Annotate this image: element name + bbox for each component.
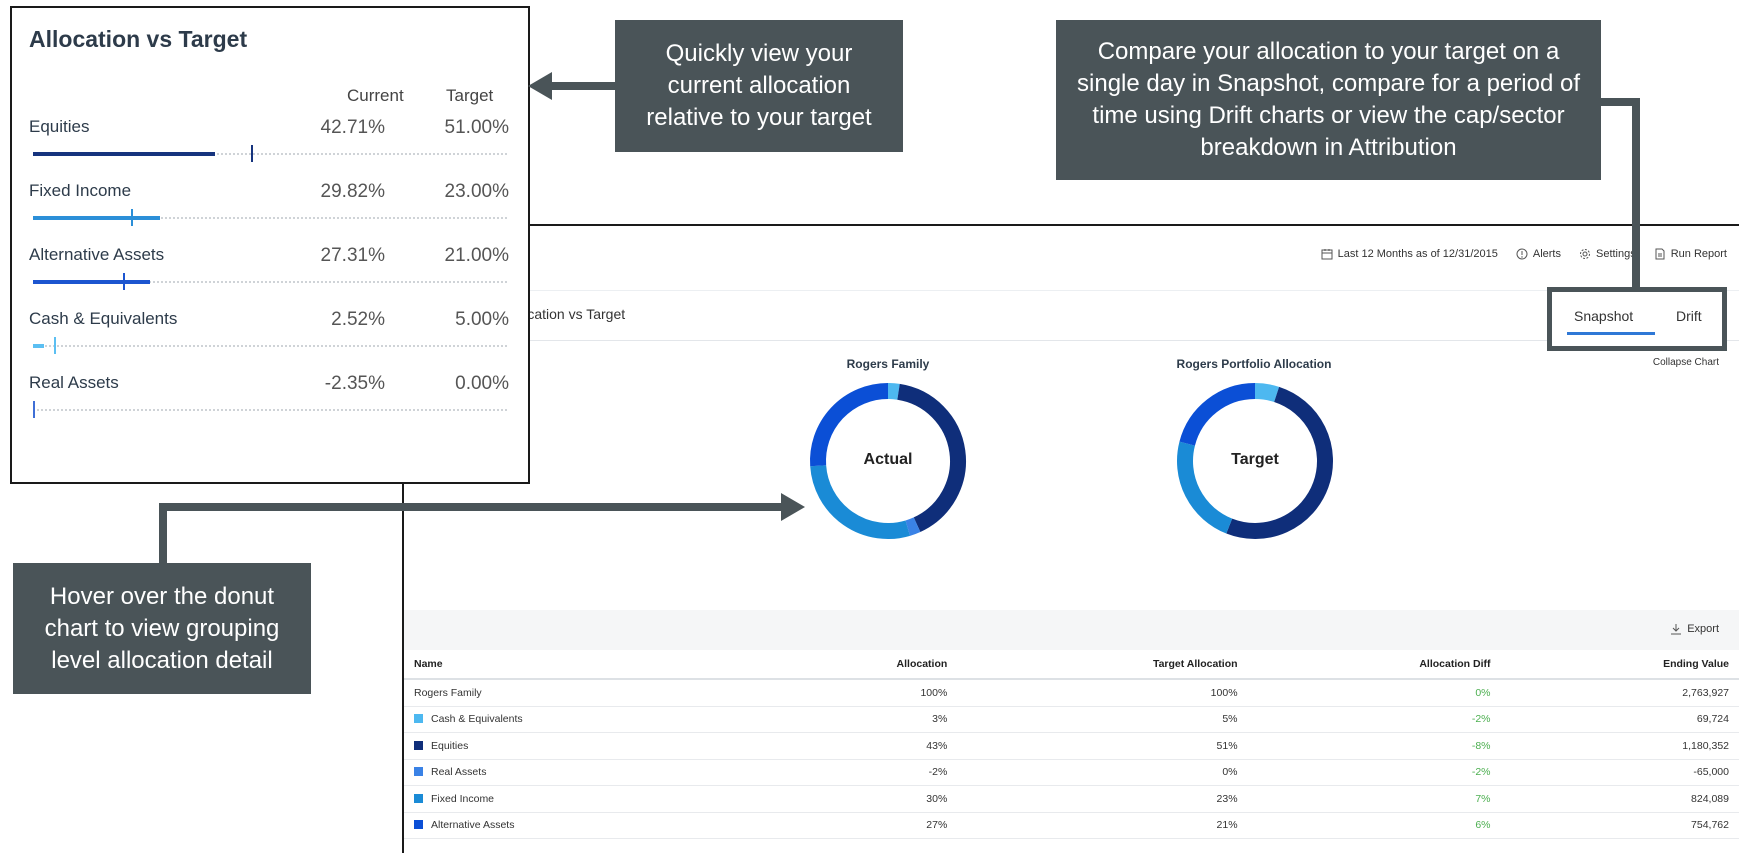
arrow-quick-view bbox=[528, 72, 615, 100]
arrow-hover bbox=[159, 493, 805, 563]
arrow-compare bbox=[1601, 98, 1640, 290]
callout-connectors bbox=[159, 72, 1640, 563]
